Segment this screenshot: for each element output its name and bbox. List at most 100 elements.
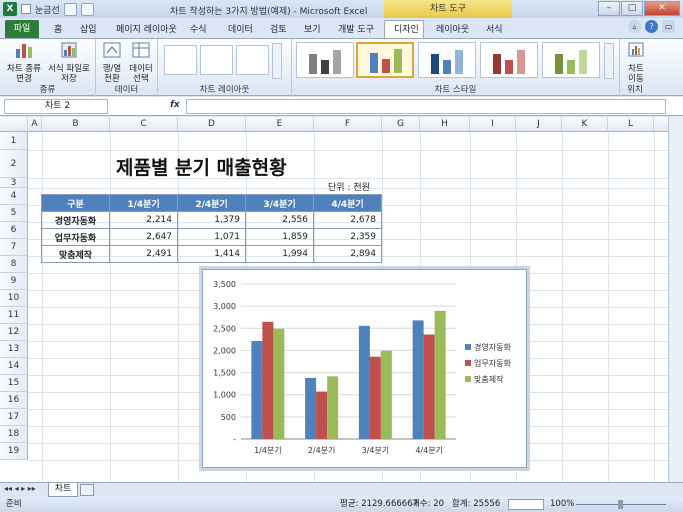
- column-header-B[interactable]: B: [42, 117, 110, 132]
- value-cell[interactable]: 2,556: [245, 211, 314, 229]
- value-cell[interactable]: 2,678: [313, 211, 382, 229]
- select-data-button[interactable]: 데이터 선택: [126, 41, 156, 84]
- select-all-corner[interactable]: [0, 117, 28, 132]
- row-header-9[interactable]: 9: [0, 273, 28, 290]
- value-cell[interactable]: 1,859: [245, 228, 314, 246]
- zoom-slider-handle[interactable]: [618, 500, 623, 509]
- tab-home[interactable]: 홈: [54, 22, 62, 35]
- minimize-button[interactable]: –: [598, 1, 620, 16]
- column-header-J[interactable]: J: [516, 117, 562, 132]
- tab-view[interactable]: 보기: [304, 22, 321, 35]
- value-cell[interactable]: 2,491: [109, 245, 178, 263]
- ribbon-collapse-icon[interactable]: ▵: [628, 20, 641, 33]
- switch-row-column-button[interactable]: 행/열 전환: [98, 41, 126, 84]
- value-cell[interactable]: 1,994: [245, 245, 314, 263]
- row-header-13[interactable]: 13: [0, 341, 28, 358]
- value-cell[interactable]: 2,894: [313, 245, 382, 263]
- row-header-4[interactable]: 4: [0, 188, 28, 205]
- row-header-2[interactable]: 2: [0, 150, 28, 178]
- tab-page-layout[interactable]: 페이지 레이아웃: [116, 22, 177, 35]
- column-header-E[interactable]: E: [246, 117, 314, 132]
- tab-review[interactable]: 검토: [270, 22, 287, 35]
- tab-layout[interactable]: 레이아웃: [436, 22, 469, 35]
- zoom-level[interactable]: 100%: [550, 497, 574, 512]
- change-chart-type-button[interactable]: 차트 종류 변경: [4, 41, 44, 84]
- column-header-F[interactable]: F: [314, 117, 382, 132]
- value-cell[interactable]: 1,379: [177, 211, 246, 229]
- tab-formulas[interactable]: 수식: [190, 22, 207, 35]
- value-cell[interactable]: 2,214: [109, 211, 178, 229]
- column-header-G[interactable]: G: [382, 117, 420, 132]
- row-header-5[interactable]: 5: [0, 205, 28, 222]
- row-header-1[interactable]: 1: [0, 132, 28, 150]
- row-header-8[interactable]: 8: [0, 256, 28, 273]
- header-cell[interactable]: 2/4분기: [177, 194, 246, 212]
- row-header-12[interactable]: 12: [0, 324, 28, 341]
- undo-icon[interactable]: [80, 2, 94, 16]
- insert-sheet-icon[interactable]: [80, 484, 94, 496]
- styles-scroll-button[interactable]: [604, 43, 614, 79]
- row-name-cell[interactable]: 맞춤제작: [41, 245, 110, 263]
- name-box[interactable]: 차트 2: [4, 99, 108, 114]
- tab-developer[interactable]: 개발 도구: [338, 22, 374, 35]
- column-header-K[interactable]: K: [562, 117, 608, 132]
- header-cell[interactable]: 구분: [41, 194, 110, 212]
- tab-data[interactable]: 데이터: [228, 22, 253, 35]
- row-header-11[interactable]: 11: [0, 307, 28, 324]
- fx-icon[interactable]: fx: [170, 100, 180, 110]
- row-name-cell[interactable]: 경영자동화: [41, 211, 110, 229]
- worksheet-grid[interactable]: ABCDEFGHIJKL 1 2 3 4 5 6 7 8 9 10 11 12 13 14 15 16 17 18…: [0, 117, 683, 482]
- vertical-scrollbar[interactable]: [668, 117, 683, 482]
- row-header-16[interactable]: 16: [0, 392, 28, 409]
- tab-file[interactable]: 파일: [5, 20, 39, 38]
- row-header-6[interactable]: 6: [0, 222, 28, 239]
- value-cell[interactable]: 2,359: [313, 228, 382, 246]
- header-cell[interactable]: 3/4분기: [245, 194, 314, 212]
- row-header-14[interactable]: 14: [0, 358, 28, 375]
- chart-style-3[interactable]: [418, 42, 476, 78]
- chart-layout-2[interactable]: [200, 45, 233, 75]
- sheet-tab-active[interactable]: 차트: [48, 483, 78, 497]
- header-cell[interactable]: 4/4분기: [313, 194, 382, 212]
- column-header-C[interactable]: C: [110, 117, 178, 132]
- save-icon[interactable]: [63, 2, 77, 16]
- value-cell[interactable]: 2,647: [109, 228, 178, 246]
- column-header-H[interactable]: H: [420, 117, 470, 132]
- row-header-7[interactable]: 7: [0, 239, 28, 256]
- column-header-L[interactable]: L: [608, 117, 654, 132]
- close-button[interactable]: ✕: [644, 1, 680, 16]
- value-cell[interactable]: 1,414: [177, 245, 246, 263]
- maximize-button[interactable]: □: [621, 1, 643, 16]
- help-icon[interactable]: ?: [645, 20, 658, 33]
- value-cell[interactable]: 1,071: [177, 228, 246, 246]
- chart-style-1[interactable]: [296, 42, 354, 78]
- chart-layout-3[interactable]: [236, 45, 269, 75]
- tab-design[interactable]: 디자인: [394, 22, 419, 35]
- row-header-19[interactable]: 19: [0, 443, 28, 460]
- embedded-chart[interactable]: 3,500 3,000 2,500 2,000 1,500 1,000 500 - 1/4분기 2…: [199, 266, 530, 471]
- gridlines-checkbox[interactable]: [21, 4, 31, 14]
- restore-icon[interactable]: ▭: [662, 20, 675, 33]
- tab-format[interactable]: 서식: [486, 22, 503, 35]
- column-header-D[interactable]: D: [178, 117, 246, 132]
- formula-input[interactable]: [186, 99, 666, 114]
- row-header-17[interactable]: 17: [0, 409, 28, 426]
- save-template-button[interactable]: 서식 파일로 저장: [46, 41, 92, 84]
- column-header-I[interactable]: I: [470, 117, 516, 132]
- tab-insert[interactable]: 삽입: [80, 22, 97, 35]
- row-header-10[interactable]: 10: [0, 290, 28, 307]
- row-header-15[interactable]: 15: [0, 375, 28, 392]
- layouts-scroll-button[interactable]: [272, 43, 282, 79]
- chart-style-5[interactable]: [542, 42, 600, 78]
- chart-style-2[interactable]: [356, 42, 414, 78]
- row-name-cell[interactable]: 업무자동화: [41, 228, 110, 246]
- chart-layout-1[interactable]: [164, 45, 197, 75]
- move-chart-button[interactable]: 차트 이동: [622, 41, 650, 84]
- row-header-18[interactable]: 18: [0, 426, 28, 443]
- sheet-nav-icon[interactable]: ◂◂ ◂ ▸ ▸▸: [4, 484, 36, 493]
- column-header-A[interactable]: A: [28, 117, 42, 132]
- chart-style-4[interactable]: [480, 42, 538, 78]
- row-header-3[interactable]: 3: [0, 178, 28, 188]
- excel-logo-icon[interactable]: X: [3, 2, 17, 16]
- header-cell[interactable]: 1/4분기: [109, 194, 178, 212]
